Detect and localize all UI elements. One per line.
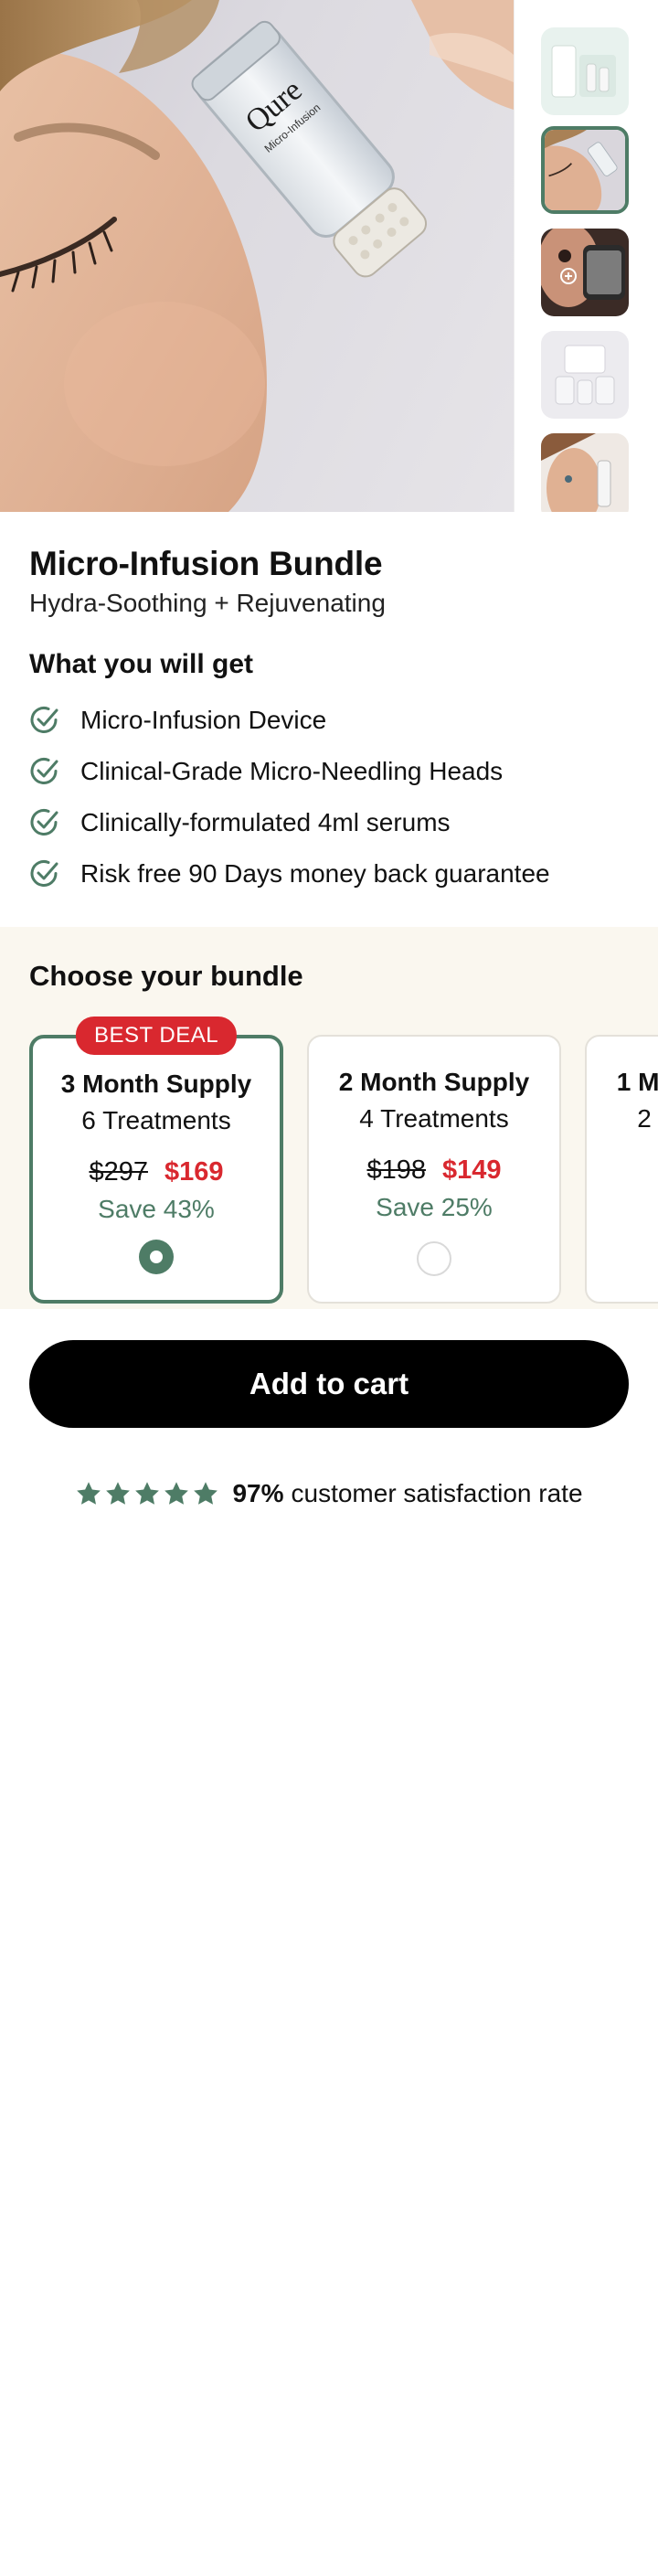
benefit-item: Clinical-Grade Micro-Needling Heads	[29, 746, 629, 797]
bundle-option-3-month[interactable]: BEST DEAL 3 Month Supply 6 Treatments $2…	[29, 1017, 283, 1304]
bundle-radio-selected[interactable]	[139, 1240, 174, 1274]
benefits-list: Micro-Infusion Device Clinical-Grade Mic…	[29, 695, 629, 899]
product-gallery: Qure Micro-Infusion	[0, 0, 658, 512]
check-circle-icon	[29, 807, 60, 838]
bundle-supply: 1 Month Supply	[616, 1068, 658, 1096]
bundle-treatments: 4 Treatments	[359, 1104, 509, 1133]
bundle-treatments: 2 Treatments	[637, 1104, 658, 1133]
bundle-savings: Save 25%	[376, 1193, 493, 1221]
star-icon	[133, 1480, 161, 1507]
bundle-treatments: 6 Treatments	[81, 1106, 231, 1134]
old-price: $198	[366, 1155, 426, 1185]
check-circle-icon	[29, 858, 60, 889]
check-circle-icon	[29, 756, 60, 787]
thumbnail-2[interactable]	[541, 126, 629, 214]
product-subtitle: Hydra-Soothing + Rejuvenating	[29, 589, 386, 617]
bundle-heading: Choose your bundle	[29, 960, 303, 992]
bundle-prices: $297 $169	[33, 1157, 280, 1187]
product-info: Micro-Infusion Bundle Hydra-Soothing + R…	[0, 545, 658, 899]
benefit-text: Clinical-Grade Micro-Needling Heads	[80, 757, 504, 785]
benefit-item: Clinically-formulated 4ml serums	[29, 797, 629, 848]
bundle-radio[interactable]	[417, 1241, 451, 1276]
bundle-savings: Save 43%	[98, 1195, 215, 1223]
bundle-supply: 2 Month Supply	[338, 1068, 530, 1096]
benefits-heading: What you will get	[29, 649, 253, 679]
satisfaction-rating: 97% customer satisfaction rate	[0, 1479, 658, 1508]
add-to-cart-button[interactable]: Add to cart	[29, 1340, 629, 1428]
rating-stars	[75, 1480, 221, 1507]
bundle-selector: Choose your bundle BEST DEAL 3 Month Sup…	[0, 927, 658, 1309]
bundle-option-1-month[interactable]: 1 Month Supply 2 Treatments	[585, 1035, 658, 1304]
thumbnail-5[interactable]	[541, 433, 629, 512]
star-icon	[192, 1480, 219, 1507]
product-title: Micro-Infusion Bundle	[29, 545, 383, 582]
new-price: $149	[442, 1155, 502, 1185]
star-icon	[104, 1480, 132, 1507]
bundle-prices: $198 $149	[309, 1155, 559, 1186]
star-icon	[75, 1480, 102, 1507]
satisfaction-text: customer satisfaction rate	[291, 1479, 583, 1507]
bundle-supply: 3 Month Supply	[60, 1070, 252, 1098]
benefit-text: Risk free 90 Days money back guarantee	[80, 859, 550, 888]
bundle-option-2-month[interactable]: 2 Month Supply 4 Treatments $198 $149 Sa…	[307, 1035, 561, 1304]
thumbnail-1[interactable]	[541, 27, 629, 115]
thumbnail-4[interactable]	[541, 331, 629, 419]
benefit-text: Micro-Infusion Device	[80, 706, 327, 734]
thumbnail-3[interactable]	[541, 229, 629, 316]
thumbnail-strip[interactable]	[514, 0, 658, 512]
check-circle-icon	[29, 705, 60, 736]
satisfaction-percent: 97%	[232, 1479, 284, 1507]
star-icon	[163, 1480, 190, 1507]
benefit-item: Micro-Infusion Device	[29, 695, 629, 746]
benefit-text: Clinically-formulated 4ml serums	[80, 808, 451, 836]
best-deal-badge: BEST DEAL	[75, 1017, 238, 1055]
benefit-item: Risk free 90 Days money back guarantee	[29, 848, 629, 899]
old-price: $297	[89, 1157, 148, 1187]
product-page: Qure Micro-Infusion Micro-Infusion Bundl…	[0, 0, 658, 2576]
hero-image[interactable]: Qure Micro-Infusion	[0, 0, 514, 512]
new-price: $169	[164, 1157, 224, 1187]
